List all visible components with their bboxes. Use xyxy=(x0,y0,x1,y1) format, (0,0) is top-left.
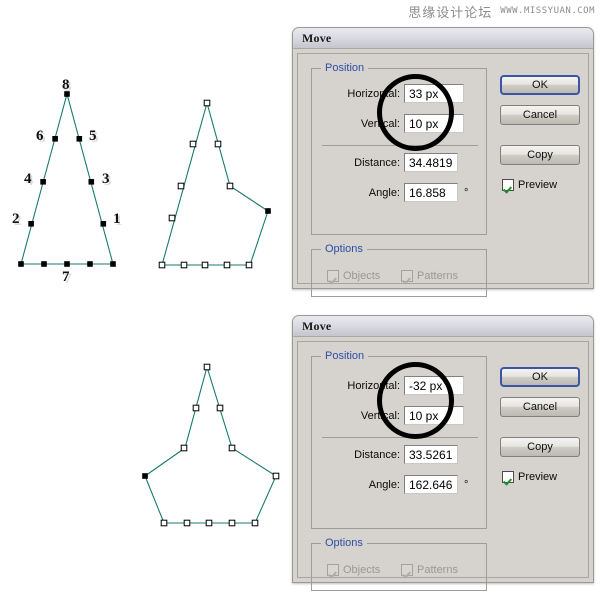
pentagon-shape-selected-anchor xyxy=(142,473,148,479)
skewed-shape-anchor-points xyxy=(158,99,253,269)
skewed-shape-selected-anchor xyxy=(265,208,271,214)
artwork-skewed-shape xyxy=(145,85,285,280)
distance-label: Distance: xyxy=(354,157,400,169)
patterns-checkbox: Patterns xyxy=(401,564,458,576)
angle-input[interactable]: 162.646 xyxy=(404,475,458,494)
pentagon-shape-path xyxy=(144,365,277,524)
objects-checkbox: Objects xyxy=(327,270,380,282)
patterns-checkbox-label: Patterns xyxy=(417,270,458,282)
ok-button[interactable]: OK xyxy=(500,75,580,95)
distance-input[interactable]: 34.4819 xyxy=(404,153,458,172)
preview-checkbox[interactable]: Preview xyxy=(502,179,557,191)
anchor-number-8: 8 xyxy=(62,77,70,93)
position-groupbox-legend: Position xyxy=(321,62,369,74)
screenshot-root: 思缘设计论坛 WWW.MISSYUAN.COM 1 2 3 4 5 6 7 8 … xyxy=(0,0,600,600)
checkbox-checked-icon xyxy=(502,471,514,483)
angle-unit-label: ° xyxy=(464,479,469,491)
triangle-path xyxy=(20,91,114,265)
anchor-number-2: 2 xyxy=(12,211,20,227)
patterns-checkbox-label: Patterns xyxy=(417,564,458,576)
anchor-number-4: 4 xyxy=(24,171,32,187)
dialog-titlebar[interactable]: Move xyxy=(293,28,593,49)
preview-checkbox-label: Preview xyxy=(518,179,558,191)
anchor-number-3: 3 xyxy=(102,171,110,187)
angle-input[interactable]: 16.858 xyxy=(404,183,458,202)
artwork-pentagon-shape xyxy=(135,350,290,535)
distance-label: Distance: xyxy=(354,449,400,461)
dialog-titlebar[interactable]: Move xyxy=(293,316,593,337)
checkbox-checked-icon xyxy=(327,564,339,576)
dialog-title: Move xyxy=(302,30,332,45)
objects-checkbox: Objects xyxy=(327,564,380,576)
distance-input[interactable]: 33.5261 xyxy=(404,445,458,464)
cancel-button[interactable]: Cancel xyxy=(500,105,580,125)
preview-checkbox[interactable]: Preview xyxy=(502,471,557,483)
options-groupbox: Options Objects Patterns xyxy=(311,243,487,297)
anchor-number-5: 5 xyxy=(89,128,97,144)
options-groupbox-legend: Options xyxy=(321,537,367,549)
watermark-cn-text: 思缘设计论坛 xyxy=(408,5,493,21)
cancel-button[interactable]: Cancel xyxy=(500,397,580,417)
copy-button[interactable]: Copy xyxy=(500,145,580,165)
checkbox-checked-icon xyxy=(502,179,514,191)
artwork-numbered-triangle xyxy=(0,60,140,300)
angle-label: Angle: xyxy=(368,479,400,491)
watermark: 思缘设计论坛 WWW.MISSYUAN.COM xyxy=(408,2,595,21)
position-group-divider xyxy=(322,437,478,438)
position-groupbox-legend: Position xyxy=(321,350,369,362)
anchor-number-6: 6 xyxy=(36,128,44,144)
dialog-title: Move xyxy=(302,318,332,333)
angle-label: Angle: xyxy=(368,187,400,199)
annotation-circle-top xyxy=(377,74,454,151)
options-groupbox: Options Objects Patterns xyxy=(311,537,487,591)
objects-checkbox-label: Objects xyxy=(343,270,381,282)
checkbox-checked-icon xyxy=(401,270,413,282)
angle-unit-label: ° xyxy=(464,187,469,199)
annotation-circle-bottom xyxy=(377,362,454,439)
checkbox-checked-icon xyxy=(401,564,413,576)
options-groupbox-legend: Options xyxy=(321,243,367,255)
watermark-url-text: WWW.MISSYUAN.COM xyxy=(500,6,595,16)
copy-button[interactable]: Copy xyxy=(500,437,580,457)
patterns-checkbox: Patterns xyxy=(401,270,458,282)
anchor-number-7: 7 xyxy=(62,269,70,285)
move-dialog-top[interactable]: Move Position Horizontal: 33 px Vertical… xyxy=(292,27,594,297)
checkbox-checked-icon xyxy=(327,270,339,282)
move-dialog-bottom[interactable]: Move Position Horizontal: -32 px Vertica… xyxy=(292,315,594,591)
ok-button[interactable]: OK xyxy=(500,367,580,387)
objects-checkbox-label: Objects xyxy=(343,564,381,576)
preview-checkbox-label: Preview xyxy=(518,471,558,483)
pentagon-shape-anchor-points xyxy=(160,363,280,527)
anchor-number-1: 1 xyxy=(113,211,121,227)
